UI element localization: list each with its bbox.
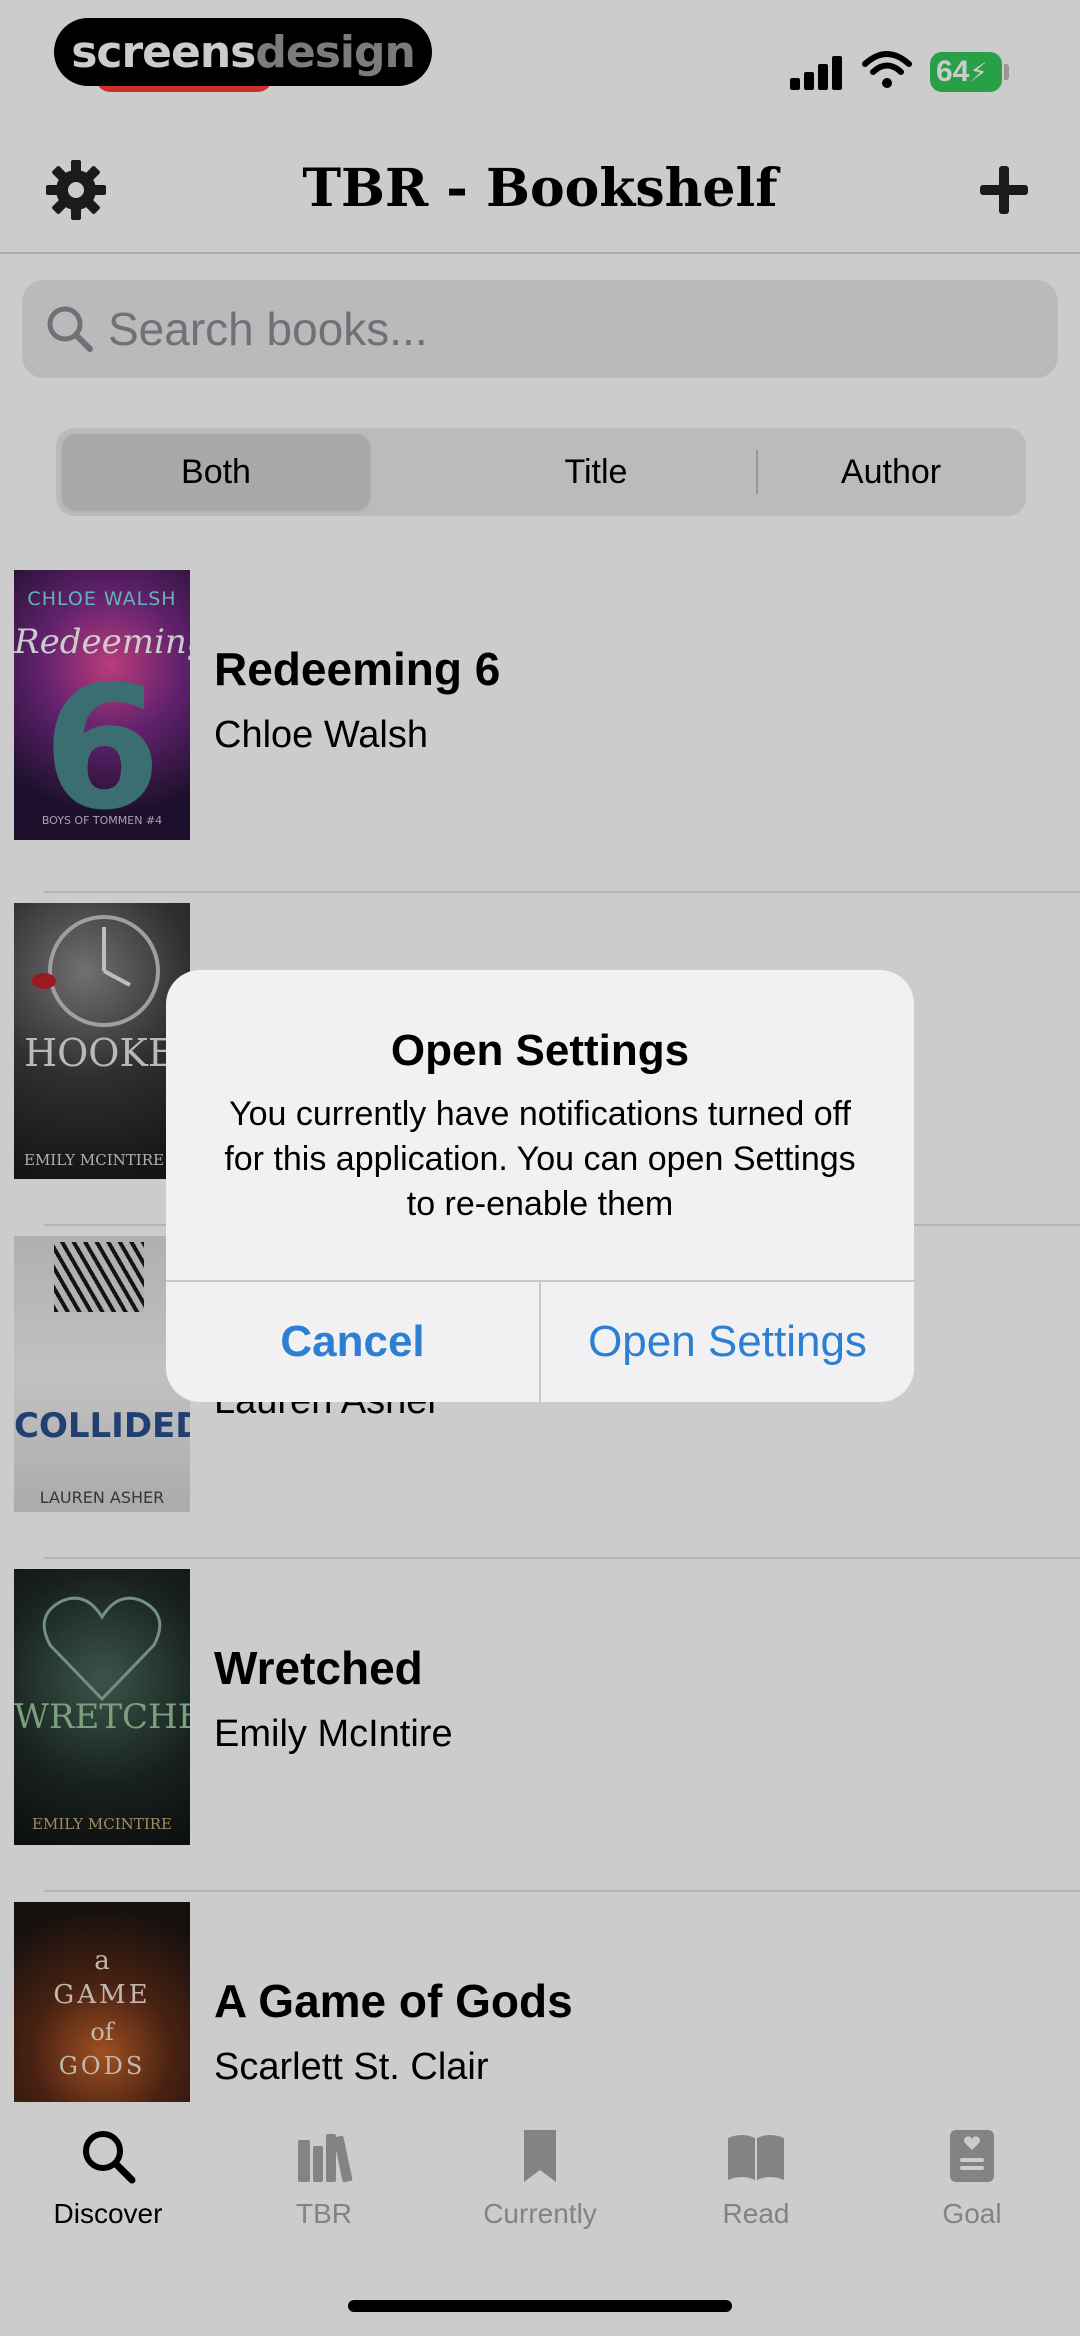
cancel-button[interactable]: Cancel — [166, 1282, 539, 1402]
alert-message: You currently have notifications turned … — [224, 1095, 856, 1223]
home-indicator[interactable] — [348, 2300, 732, 2312]
open-settings-button[interactable]: Open Settings — [541, 1282, 914, 1402]
open-settings-alert: Open Settings You currently have notific… — [166, 970, 914, 1402]
alert-title: Open Settings — [390, 1026, 690, 1075]
